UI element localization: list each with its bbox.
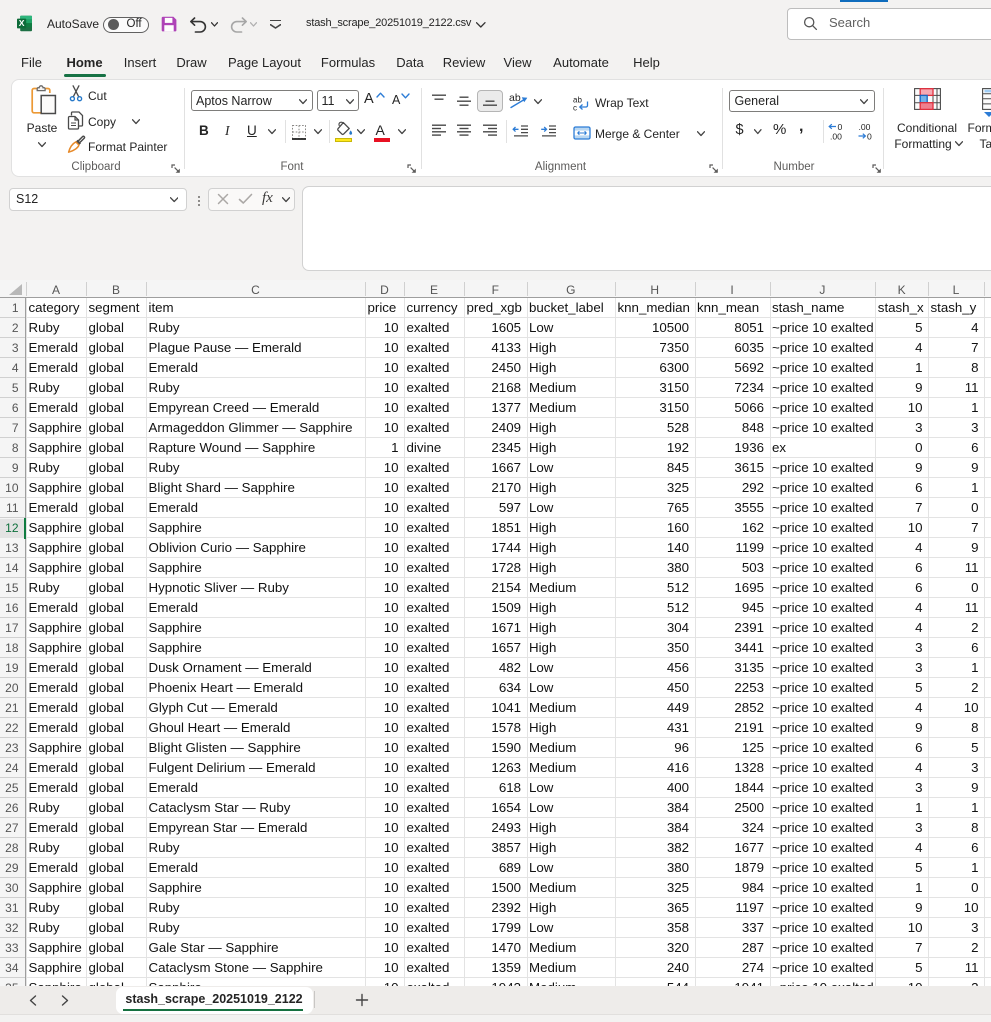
svg-text:0: 0 bbox=[838, 122, 843, 132]
svg-text:X: X bbox=[19, 18, 25, 28]
svg-text:0: 0 bbox=[867, 132, 872, 142]
svg-text:.00: .00 bbox=[830, 132, 842, 142]
svg-text:.00: .00 bbox=[859, 122, 871, 132]
svg-text:c: c bbox=[573, 104, 577, 112]
